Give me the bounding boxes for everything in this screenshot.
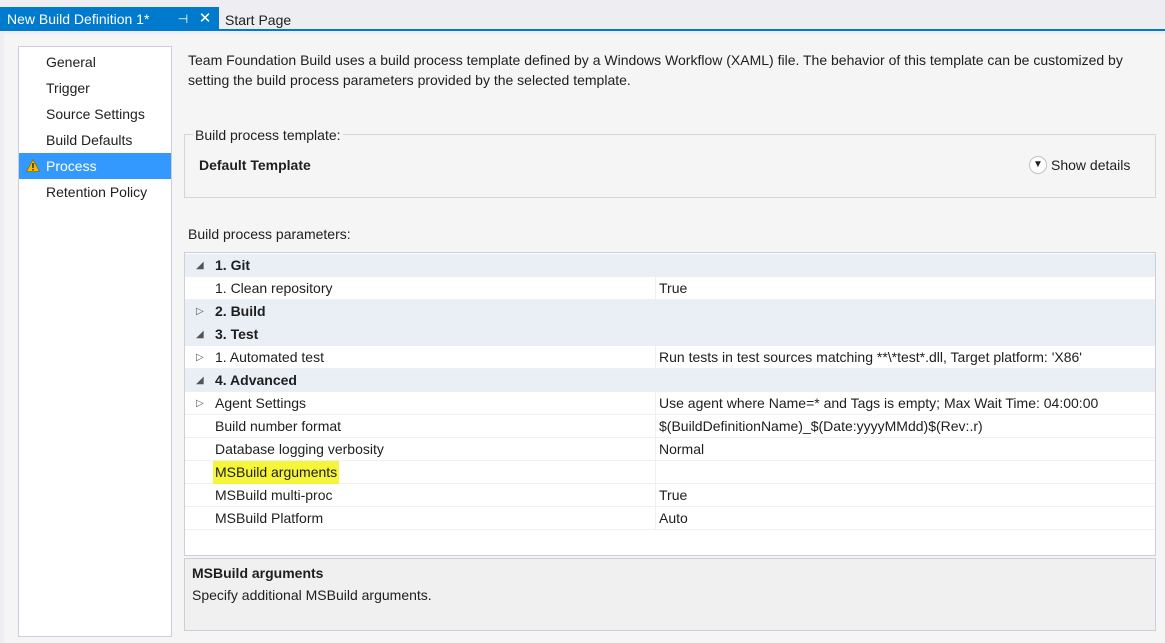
category-row-test[interactable]: ◢ 3. Test — [185, 323, 1155, 346]
tab-start-page[interactable]: Start Page — [225, 7, 291, 29]
property-value[interactable]: Auto — [659, 507, 688, 530]
column-divider — [655, 392, 656, 415]
nav-item-trigger[interactable]: Trigger — [19, 75, 171, 101]
column-divider — [655, 507, 656, 530]
column-divider — [655, 484, 656, 507]
category-label: 3. Test — [215, 326, 259, 342]
nav-item-label: Trigger — [46, 80, 90, 96]
category-row-advanced[interactable]: ◢ 4. Advanced — [185, 369, 1155, 392]
collapse-arrow-icon[interactable]: ◢ — [196, 254, 208, 277]
expand-arrow-icon[interactable]: ▷ — [196, 346, 208, 369]
property-value[interactable]: True — [659, 277, 687, 300]
category-row-git[interactable]: ◢ 1. Git — [185, 254, 1155, 277]
build-process-parameters-label: Build process parameters: — [188, 226, 351, 242]
column-divider — [655, 438, 656, 461]
column-divider — [655, 277, 656, 300]
nav-item-retention-policy[interactable]: Retention Policy — [19, 179, 171, 205]
definition-nav-list: General Trigger Source Settings Build De… — [18, 46, 172, 637]
tab-new-build-definition[interactable]: New Build Definition 1* ⊣ ✕ — [0, 7, 219, 31]
nav-item-source-settings[interactable]: Source Settings — [19, 101, 171, 127]
nav-item-general[interactable]: General — [19, 49, 171, 75]
expand-arrow-icon[interactable]: ▷ — [196, 300, 208, 323]
nav-item-build-defaults[interactable]: Build Defaults — [19, 127, 171, 153]
process-description: Team Foundation Build uses a build proce… — [188, 52, 1123, 88]
property-name: 1. Automated test — [215, 349, 324, 365]
property-row-msbuild-arguments[interactable]: MSBuild arguments — [185, 461, 1155, 484]
property-value[interactable]: $(BuildDefinitionName)_$(Date:yyyyMMdd)$… — [659, 415, 983, 438]
expand-arrow-icon[interactable]: ▷ — [196, 392, 208, 415]
nav-item-label: Process — [46, 158, 97, 174]
build-process-template-group: Build process template: Default Template… — [184, 126, 1156, 198]
nav-item-label: General — [46, 54, 96, 70]
help-text: Specify additional MSBuild arguments. — [192, 587, 432, 603]
property-value[interactable]: True — [659, 484, 687, 507]
parameter-help-panel: MSBuild arguments Specify additional MSB… — [184, 558, 1156, 631]
category-label: 4. Advanced — [215, 372, 297, 388]
property-name: MSBuild multi-proc — [215, 487, 333, 503]
column-divider — [655, 346, 656, 369]
chevron-down-icon: ▼ — [1029, 156, 1047, 175]
property-name: Build number format — [215, 418, 342, 434]
nav-item-label: Source Settings — [46, 106, 145, 122]
show-details-label: Show details — [1051, 157, 1131, 173]
property-row-build-number-format[interactable]: Build number format $(BuildDefinitionNam… — [185, 415, 1155, 438]
property-value[interactable]: Normal — [659, 438, 704, 461]
property-row-agent-settings[interactable]: ▷ Agent Settings Use agent where Name=* … — [185, 392, 1155, 415]
warning-icon — [26, 159, 40, 172]
parameters-property-grid: ◢ 1. Git 1. Clean repository True ▷ 2. B… — [184, 252, 1156, 556]
pin-icon[interactable]: ⊣ — [176, 7, 190, 31]
collapse-arrow-icon[interactable]: ◢ — [196, 323, 208, 346]
property-row-msbuild-platform[interactable]: MSBuild Platform Auto — [185, 507, 1155, 530]
property-name: Database logging verbosity — [215, 441, 384, 457]
template-name: Default Template — [199, 157, 311, 173]
category-label: 2. Build — [215, 303, 266, 319]
property-row-msbuild-multi-proc[interactable]: MSBuild multi-proc True — [185, 484, 1155, 507]
nav-item-process[interactable]: Process — [19, 153, 171, 179]
property-value[interactable]: Run tests in test sources matching **\*t… — [659, 346, 1082, 369]
property-name: MSBuild Platform — [215, 510, 324, 526]
template-group-label: Build process template: — [193, 126, 343, 144]
category-row-build[interactable]: ▷ 2. Build — [185, 300, 1155, 323]
tab-title: Start Page — [225, 12, 292, 28]
tab-accent-line — [0, 29, 1165, 31]
nav-item-label: Build Defaults — [46, 132, 133, 148]
property-name: 1. Clean repository — [215, 280, 333, 296]
property-value[interactable]: Use agent where Name=* and Tags is empty… — [659, 392, 1098, 415]
show-details-button[interactable]: ▼ Show details — [1029, 156, 1131, 175]
column-divider — [655, 415, 656, 438]
property-row-database-logging-verbosity[interactable]: Database logging verbosity Normal — [185, 438, 1155, 461]
property-name: Agent Settings — [215, 395, 307, 411]
tab-title: New Build Definition 1* — [7, 11, 150, 27]
collapse-arrow-icon[interactable]: ◢ — [196, 369, 208, 392]
category-label: 1. Git — [215, 257, 251, 273]
property-row-clean-repository[interactable]: 1. Clean repository True — [185, 277, 1155, 300]
column-divider — [655, 461, 656, 484]
property-row-automated-test[interactable]: ▷ 1. Automated test Run tests in test so… — [185, 346, 1155, 369]
close-icon[interactable]: ✕ — [198, 7, 212, 31]
help-title: MSBuild arguments — [192, 565, 324, 581]
document-tab-strip: New Build Definition 1* ⊣ ✕ Start Page — [0, 0, 1165, 31]
nav-item-label: Retention Policy — [46, 184, 148, 200]
property-name-highlighted: MSBuild arguments — [213, 461, 340, 484]
